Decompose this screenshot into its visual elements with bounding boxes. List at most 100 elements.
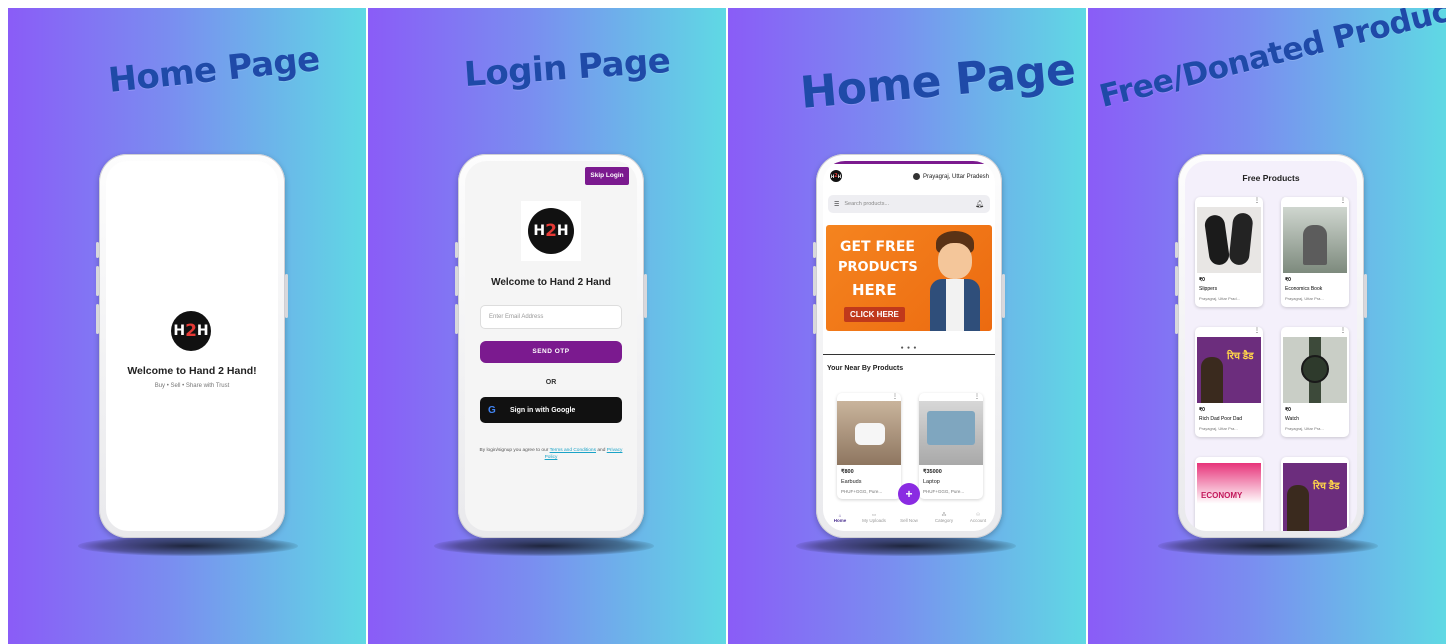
product-card[interactable]: रिच डैड ⋮ ₹0 Rich Dad Poor Dad Prayagraj… (1195, 327, 1263, 437)
splash-welcome: Welcome to Hand 2 Hand! (127, 365, 257, 377)
author-figure (1201, 357, 1223, 403)
card-menu-icon[interactable]: ⋮ (1254, 327, 1260, 334)
login-welcome: Welcome to Hand 2 Hand (491, 277, 611, 288)
nav-home[interactable]: ⌂ Home (825, 513, 855, 523)
email-placeholder: Enter Email Address (489, 314, 544, 320)
app-logo: H2H (171, 311, 211, 351)
login-screen: Skip Login H2H Welcome to Hand 2 Hand En… (465, 161, 637, 531)
product-name: Watch (1285, 416, 1299, 422)
banner-cta[interactable]: CLICK HERE (844, 307, 905, 322)
google-icon: G (488, 404, 496, 416)
product-card[interactable]: ⋮ ₹35000 Laptop PHUF+GGG, Pure... (919, 393, 983, 499)
airpods-case-shape (855, 423, 885, 445)
nav-category[interactable]: ⁂ Category (929, 512, 959, 523)
or-divider: OR (545, 379, 557, 386)
product-price: ₹0 (1199, 277, 1205, 283)
product-name: Economics Book (1285, 286, 1323, 292)
banner-line3: HERE (852, 281, 897, 299)
slipper-shape (1228, 212, 1254, 266)
terms-link[interactable]: Terms and Conditions (550, 448, 596, 453)
panel-login: Login Page Skip Login H2H Welcome to Han… (368, 8, 726, 644)
banner-line2: PRODUCTS (838, 260, 918, 275)
book-title-hindi: रिच डैड (1313, 481, 1340, 492)
slipper-shape (1203, 213, 1231, 267)
filter-icon[interactable]: ☰ (834, 201, 839, 208)
bell-icon[interactable]: 🔔︎ (975, 200, 984, 208)
google-label: Sign in with Google (510, 406, 576, 414)
status-bar (823, 161, 995, 164)
card-menu-icon[interactable]: ⋮ (1340, 327, 1346, 334)
google-signin-button[interactable]: G Sign in with Google (480, 397, 622, 423)
card-menu-icon[interactable]: ⋮ (892, 393, 898, 400)
skip-login-button[interactable]: Skip Login (585, 167, 629, 185)
add-product-fab[interactable]: + (898, 483, 920, 505)
product-name: Earbuds (841, 479, 862, 485)
home-screen: H2H Prayagraj, Uttar Pradesh ☰ Search pr… (823, 161, 995, 531)
phone-frame: Skip Login H2H Welcome to Hand 2 Hand En… (455, 154, 647, 538)
product-card[interactable]: ⋮ ₹0 Slippers Prayagraj, Uttar Prad... (1195, 197, 1263, 307)
product-image: रिच डैड (1283, 463, 1347, 531)
product-card[interactable]: ⋮ ₹800 Earbuds PHUF+GGG, Pure... (837, 393, 901, 499)
statue-shape (1303, 225, 1327, 265)
splash-tagline: Buy • Sell • Share with Trust (154, 383, 230, 389)
watch-face (1301, 355, 1329, 383)
product-location: PHUF+GGG, Pure... (923, 489, 965, 494)
promo-banner[interactable]: GET FREE PRODUCTS HERE CLICK HERE (826, 225, 992, 331)
product-image (1283, 337, 1347, 403)
phone-shadow (78, 536, 298, 556)
panel-splash: Home Page H2H Welcome to Hand 2 Hand! Bu… (8, 8, 366, 644)
send-otp-button[interactable]: SEND OTP (480, 341, 622, 363)
phone-shadow (434, 536, 654, 556)
logo-tile: H2H (521, 201, 581, 261)
product-price: ₹35000 (923, 469, 942, 475)
product-image: रिच डैड (1197, 337, 1261, 403)
phone-frame: H2H Welcome to Hand 2 Hand! Buy • Sell •… (96, 154, 288, 538)
product-card-partial[interactable]: ECONOMY (1195, 457, 1263, 531)
bottom-nav: ⌂ Home ▭ My Uploads Sell Now ⁂ Category ⚇ Ac… (823, 507, 995, 531)
book-title-hindi: रिच डैड (1227, 351, 1254, 362)
product-name: Rich Dad Poor Dad (1199, 416, 1243, 422)
product-card[interactable]: ⋮ ₹0 Economics Book Prayagraj, Uttar Pra… (1281, 197, 1349, 307)
search-placeholder: Search products... (844, 201, 890, 207)
card-menu-icon[interactable]: ⋮ (974, 393, 980, 400)
panel-home: Home Page H2H Prayagraj, Uttar Pradesh ☰… (728, 8, 1086, 644)
card-menu-icon[interactable]: ⋮ (1254, 197, 1260, 204)
product-name: Slippers (1199, 286, 1218, 292)
nav-my-uploads[interactable]: ▭ My Uploads (859, 512, 889, 523)
phone-frame: H2H Prayagraj, Uttar Pradesh ☰ Search pr… (813, 154, 1005, 538)
section-title: Your Near By Products (827, 365, 904, 372)
location-pin-icon (912, 173, 920, 180)
section-divider (823, 354, 995, 355)
app-logo[interactable]: H2H (830, 170, 842, 182)
panel-title: Login Page (462, 40, 672, 96)
phone-frame: Free Products ⋮ ₹0 Slippers Prayagraj, U… (1175, 154, 1367, 538)
product-card[interactable]: ⋮ ₹0 Watch Prayagraj, Uttar Pra... (1281, 327, 1349, 437)
product-image: ECONOMY (1197, 463, 1261, 531)
product-image (1197, 207, 1261, 273)
product-location: Prayagraj, Uttar Pra... (1285, 296, 1324, 301)
cartoon-boy-image (924, 231, 986, 331)
product-location: Prayagraj, Uttar Pra... (1199, 426, 1238, 431)
banner-line1: GET FREE (840, 239, 915, 255)
product-name: Laptop (923, 479, 940, 485)
card-menu-icon[interactable]: ⋮ (1340, 197, 1346, 204)
email-field[interactable]: Enter Email Address (480, 305, 622, 329)
panel-free-products: Free/Donated Products Free Products ⋮ ₹0… (1088, 8, 1446, 644)
product-price: ₹0 (1285, 407, 1291, 413)
screen-title: Free Products (1242, 173, 1300, 183)
phone-shadow (1158, 536, 1378, 556)
product-price: ₹800 (841, 469, 854, 475)
search-bar[interactable]: ☰ Search products... 🔔︎ (828, 195, 990, 213)
product-price: ₹0 (1285, 277, 1291, 283)
splash-screen: H2H Welcome to Hand 2 Hand! Buy • Sell •… (106, 161, 278, 531)
nav-account[interactable]: ⚇ Account (963, 512, 993, 523)
location-selector[interactable]: Prayagraj, Uttar Pradesh (912, 173, 989, 180)
terms-text: By login/signup you agree to our Terms a… (479, 448, 623, 460)
nav-sell-now[interactable]: Sell Now (894, 513, 924, 523)
product-image (1283, 207, 1347, 273)
product-card-partial[interactable]: रिच डैड (1281, 457, 1349, 531)
laptop-shape (927, 411, 975, 445)
product-location: Prayagraj, Uttar Pra... (1285, 426, 1324, 431)
free-products-screen: Free Products ⋮ ₹0 Slippers Prayagraj, U… (1185, 161, 1357, 531)
product-price: ₹0 (1199, 407, 1205, 413)
